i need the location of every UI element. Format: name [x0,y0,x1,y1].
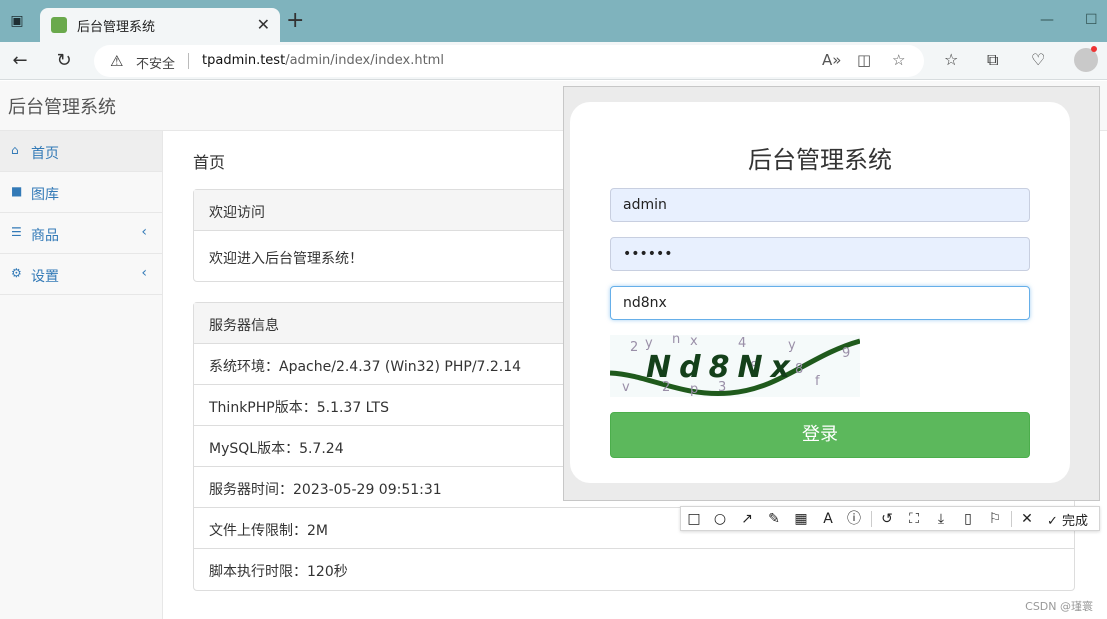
captcha-noise-char: x [690,335,698,349]
maximize-icon[interactable]: ☐ [1085,12,1098,28]
minimize-icon[interactable]: — [1040,12,1054,28]
chevron-left-icon: ‹ [141,265,147,281]
browser-tab-bar: ▣ 后台管理系统 ✕ + — ☐ [0,0,1107,42]
back-icon[interactable]: ← [8,49,32,73]
pin-icon[interactable]: ⚐ [984,509,1006,529]
browser-nav-bar: ← ↻ ⚠ 不安全 tpadmin.test/admin/index/index… [0,42,1107,80]
sidebar-item-label: 首页 [31,146,59,162]
sidebar-item-home[interactable]: ⌂ 首页 [0,131,162,172]
done-button[interactable]: ✓ 完成 [1047,510,1088,529]
collections-icon[interactable]: ⧉ [987,50,998,70]
favorites-icon[interactable]: ☆ [944,50,958,69]
home-icon: ⌂ [11,143,19,157]
captcha-noise-char: 9 [842,346,850,361]
tab-actions-icon[interactable]: ▣ [6,10,28,32]
warning-icon: ⚠ [110,52,124,70]
captcha-noise-char: f [815,374,820,389]
sidebar-item-label: 图库 [31,187,59,203]
check-icon: ✓ [1047,514,1058,529]
tab-close-icon[interactable]: ✕ [257,15,270,34]
undo-icon[interactable]: ↺ [876,509,898,529]
address-divider [188,53,189,69]
list-icon: ☰ [11,225,22,239]
url-text[interactable]: tpadmin.test/admin/index/index.html [202,53,444,68]
mosaic-tool-icon[interactable]: ▦ [790,509,812,529]
login-title: 后台管理系统 [748,146,892,174]
sidebar-item-label: 商品 [31,228,59,244]
close-icon[interactable]: ✕ [1016,509,1038,529]
password-input[interactable]: •••••• [610,237,1030,271]
login-button[interactable]: 登录 [610,412,1030,458]
rectangle-tool-icon[interactable]: □ [683,509,705,529]
notification-badge [1091,46,1097,52]
read-aloud-icon[interactable]: A» [822,51,841,69]
captcha-image[interactable]: 2ynx4y9c38fv28p Nd8Nx [610,335,860,397]
captcha-noise-char: v [622,380,630,395]
number-tool-icon[interactable]: ⓘ [843,509,865,529]
ellipse-tool-icon[interactable]: ○ [709,509,731,529]
info-row: 脚本执行时限：120秒 [209,564,348,580]
watermark: CSDN @瑾寰 [1025,600,1093,613]
login-modal: 后台管理系统 admin •••••• nd8nx 2ynx4y9c38fv28… [563,86,1100,501]
download-icon[interactable]: ⤓ [930,509,952,529]
captcha-input[interactable]: nd8nx [610,286,1030,320]
captcha-noise-char: n [672,335,680,347]
split-screen-icon[interactable]: ◫ [857,51,871,69]
captcha-noise-char: 4 [738,336,746,351]
captcha-noise-char: y [645,336,653,351]
toolbar-divider [1011,511,1012,527]
sidebar-item-label: 设置 [31,269,59,285]
browser-tab[interactable]: 后台管理系统 ✕ [40,8,280,42]
login-card: 后台管理系统 admin •••••• nd8nx 2ynx4y9c38fv28… [570,102,1070,483]
captcha-text: Nd8Nx [646,350,798,385]
captcha-noise-char: 2 [630,340,638,355]
sidebar-item-products[interactable]: ☰ 商品 ‹ [0,213,162,254]
pen-tool-icon[interactable]: ✎ [763,509,785,529]
long-screenshot-icon[interactable]: ▯ [957,509,979,529]
username-input[interactable]: admin [610,188,1030,222]
ocr-icon[interactable]: ⛶ [903,509,925,529]
tab-title: 后台管理系统 [77,20,156,35]
sidebar-item-gallery[interactable]: ■ 图库 [0,172,162,213]
captcha-graphic: 2 y n x 4 y9c38fv 28p Nd8Nx [610,335,860,397]
sidebar: ⌂ 首页 ■ 图库 ☰ 商品 ‹ ⚙ 设置 ‹ [0,131,163,619]
health-icon[interactable]: ♡ [1031,50,1045,69]
address-bar[interactable]: ⚠ 不安全 tpadmin.test/admin/index/index.htm… [94,45,924,77]
site-favicon-icon [51,17,67,33]
arrow-tool-icon[interactable]: ↗ [736,509,758,529]
security-label[interactable]: 不安全 [136,53,175,72]
sidebar-item-settings[interactable]: ⚙ 设置 ‹ [0,254,162,295]
brand-title[interactable]: 后台管理系统 [8,93,116,119]
toolbar-divider [871,511,872,527]
gear-icon: ⚙ [11,266,22,280]
add-favorite-icon[interactable]: ☆ [892,51,905,69]
screenshot-toolbar: □ ○ ↗ ✎ ▦ A ⓘ ↺ ⛶ ⤓ ▯ ⚐ ✕ ✓ 完成 [680,506,1100,531]
book-icon: ■ [11,184,23,198]
text-tool-icon[interactable]: A [817,509,839,529]
page-title: 首页 [193,153,226,172]
chevron-left-icon: ‹ [141,224,147,240]
refresh-icon[interactable]: ↻ [52,49,76,73]
new-tab-icon[interactable]: + [286,10,304,32]
